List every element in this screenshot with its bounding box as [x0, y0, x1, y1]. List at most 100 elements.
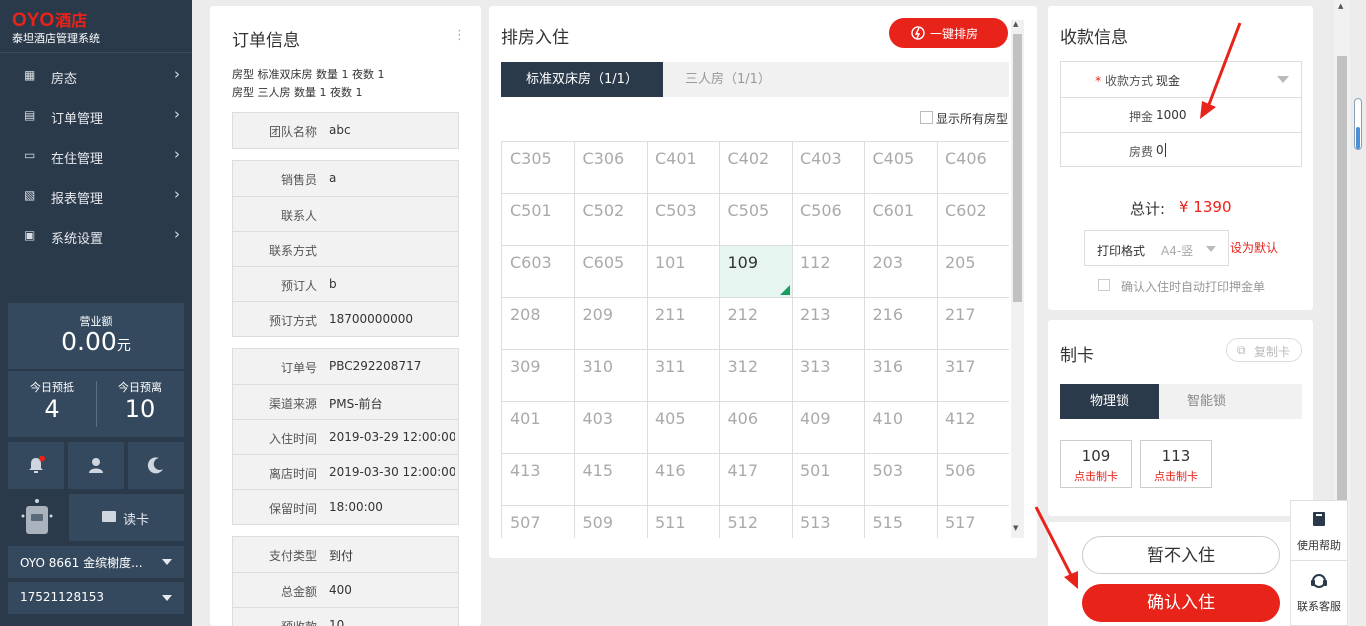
- tab-standard-twin[interactable]: 标准双床房（1/1）: [501, 62, 663, 97]
- sidebar: OYO酒店 泰坦酒店管理系统 ▦ 房态 › ▤ 订单管理 › ▭ 在住管理 › …: [0, 0, 192, 626]
- room-cell[interactable]: 312: [719, 350, 793, 402]
- field-value: 10: [329, 618, 345, 626]
- room-cell[interactable]: C603: [502, 246, 575, 298]
- customer-service-button[interactable]: 联系客服: [1291, 562, 1347, 626]
- room-cell[interactable]: C505: [719, 194, 793, 246]
- room-cell[interactable]: 311: [647, 350, 720, 402]
- room-cell[interactable]: C402: [719, 142, 793, 194]
- room-cell[interactable]: 109: [719, 246, 793, 298]
- room-cell[interactable]: 506: [937, 454, 1009, 506]
- room-cell[interactable]: 412: [937, 402, 1009, 454]
- room-cell[interactable]: C605: [574, 246, 648, 298]
- account-select[interactable]: 17521128153: [8, 582, 184, 614]
- one-key-assign-button[interactable]: 一键排房: [889, 18, 1008, 48]
- room-cell[interactable]: 216: [864, 298, 938, 350]
- room-cell[interactable]: C305: [502, 142, 575, 194]
- usage-help-button[interactable]: 使用帮助: [1291, 501, 1347, 561]
- scrollbar-thumb[interactable]: [1013, 34, 1022, 302]
- room-cell[interactable]: 403: [574, 402, 648, 454]
- room-cell[interactable]: 310: [574, 350, 648, 402]
- room-cell[interactable]: C602: [937, 194, 1009, 246]
- read-card-button[interactable]: 读卡: [69, 494, 184, 541]
- room-cell[interactable]: 309: [502, 350, 575, 402]
- room-cell[interactable]: 416: [647, 454, 720, 506]
- guest-button[interactable]: [68, 442, 124, 489]
- room-cell[interactable]: 211: [647, 298, 720, 350]
- room-cell[interactable]: 515: [865, 506, 938, 538]
- room-cell[interactable]: 517: [937, 506, 1009, 538]
- room-cell[interactable]: 205: [937, 246, 1009, 298]
- order-field-row: 保留时间 18:00:00: [233, 489, 458, 524]
- room-cell[interactable]: 409: [792, 402, 865, 454]
- show-all-checkbox[interactable]: [920, 111, 933, 124]
- menu-item-room-status[interactable]: ▦ 房态 ›: [0, 56, 192, 96]
- order-field-row: 联系人: [233, 196, 458, 231]
- menu-label: 房态: [51, 72, 78, 87]
- scroll-up-icon[interactable]: ▲: [1338, 2, 1343, 10]
- notification-button[interactable]: [8, 442, 64, 489]
- more-options-icon[interactable]: ⋮: [453, 28, 466, 43]
- room-cell[interactable]: C406: [937, 142, 1009, 194]
- room-cell[interactable]: C506: [792, 194, 865, 246]
- settings-icon: ▣: [24, 228, 36, 242]
- room-cell[interactable]: C403: [792, 142, 865, 194]
- room-cell[interactable]: 513: [792, 506, 865, 538]
- payment-info: 支付类型到付总金额 400 预收款 10: [232, 536, 459, 626]
- room-cell[interactable]: C601: [864, 194, 938, 246]
- today-arrivals[interactable]: 今日预抵 4: [8, 371, 96, 437]
- menu-item-settings[interactable]: ▣ 系统设置 ›: [0, 216, 192, 256]
- card-reader-icon: [20, 498, 54, 538]
- room-cell[interactable]: 405: [647, 402, 720, 454]
- scroll-up-icon[interactable]: ▲: [1013, 20, 1018, 28]
- today-arrivals-value: 4: [44, 395, 60, 423]
- room-cell[interactable]: 413: [502, 454, 575, 506]
- room-cell[interactable]: 406: [719, 402, 793, 454]
- room-cell[interactable]: 208: [502, 298, 575, 350]
- menu-item-reports[interactable]: ▧ 报表管理 ›: [0, 176, 192, 216]
- room-cell[interactable]: C306: [574, 142, 648, 194]
- room-cell[interactable]: C501: [502, 194, 575, 246]
- room-cell[interactable]: 507: [502, 506, 575, 538]
- room-cell[interactable]: C405: [864, 142, 938, 194]
- room-cell[interactable]: 217: [937, 298, 1009, 350]
- scroll-down-icon[interactable]: ▼: [1013, 524, 1018, 532]
- menu-item-in-house[interactable]: ▭ 在住管理 ›: [0, 136, 192, 176]
- room-cell[interactable]: 213: [792, 298, 865, 350]
- caret-down-icon: [1277, 76, 1289, 83]
- room-cell[interactable]: 313: [792, 350, 865, 402]
- room-cell[interactable]: 317: [937, 350, 1009, 402]
- menu-item-orders[interactable]: ▤ 订单管理 ›: [0, 96, 192, 136]
- room-cell[interactable]: 417: [719, 454, 793, 506]
- hotel-select[interactable]: OYO 8661 金缤榭度...: [8, 546, 184, 578]
- room-cell[interactable]: 401: [502, 402, 575, 454]
- field-label: 渠道来源: [268, 397, 317, 411]
- room-cell[interactable]: C401: [647, 142, 720, 194]
- room-cell[interactable]: 112: [792, 246, 865, 298]
- room-cell[interactable]: C503: [647, 194, 720, 246]
- menu-label: 报表管理: [51, 192, 104, 207]
- order-field-row: 渠道来源 PMS-前台: [233, 384, 458, 419]
- room-cell[interactable]: C502: [574, 194, 648, 246]
- room-cell[interactable]: 511: [647, 506, 720, 538]
- caret-down-icon: [162, 559, 172, 565]
- room-cell[interactable]: 212: [719, 298, 793, 350]
- room-cell[interactable]: 316: [864, 350, 938, 402]
- today-departures[interactable]: 今日预离 10: [96, 371, 184, 437]
- field-value: 400: [329, 583, 352, 597]
- bell-icon: [29, 456, 45, 473]
- room-cell[interactable]: 501: [792, 454, 865, 506]
- room-cell[interactable]: 509: [575, 506, 648, 538]
- tab-triple[interactable]: 三人房（1/1）: [663, 62, 1009, 97]
- chevron-right-icon: ›: [174, 105, 180, 123]
- annotation-arrows: [1034, 22, 1242, 589]
- room-cell[interactable]: 410: [864, 402, 938, 454]
- room-cell[interactable]: 503: [864, 454, 938, 506]
- room-cell[interactable]: 203: [864, 246, 938, 298]
- card-icon: [102, 511, 116, 522]
- room-cell[interactable]: 415: [574, 454, 648, 506]
- room-cell[interactable]: 512: [720, 506, 793, 538]
- night-audit-button[interactable]: [128, 442, 184, 489]
- order-field-row: 订单号 PBC292208717: [233, 349, 458, 384]
- room-cell[interactable]: 209: [574, 298, 648, 350]
- room-cell[interactable]: 101: [647, 246, 720, 298]
